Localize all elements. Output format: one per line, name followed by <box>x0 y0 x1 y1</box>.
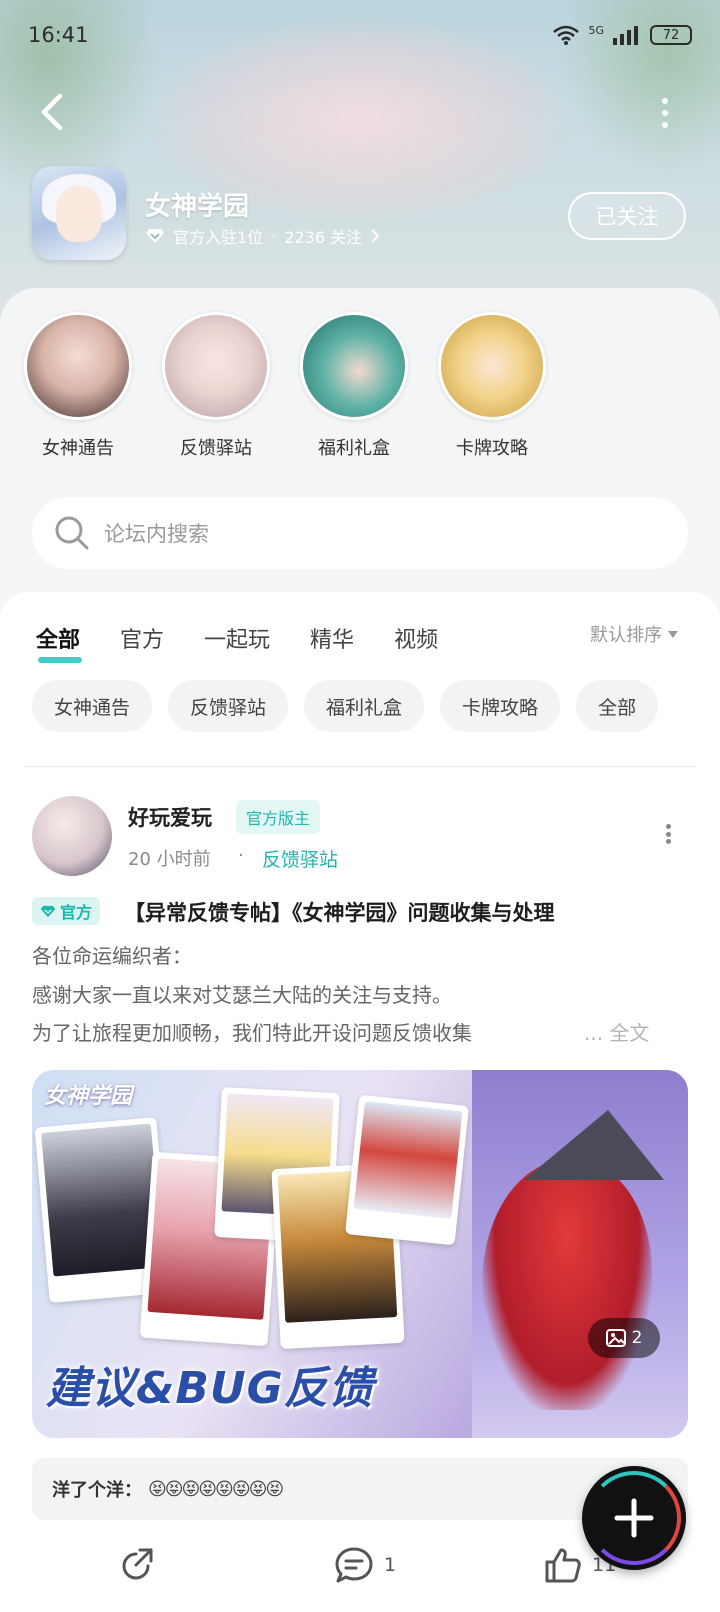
dropdown-triangle-icon <box>668 630 678 638</box>
author-avatar[interactable] <box>32 796 112 876</box>
post-body-line: 各位命运编织者： <box>32 944 192 968</box>
board-shortcuts: 女神通告 反馈驿站 福利礼盒 卡牌攻略 <box>0 312 720 462</box>
shortcut-label: 女神通告 <box>42 438 114 459</box>
tab-all[interactable]: 全部 <box>36 622 83 663</box>
chip-feedback-station[interactable]: 反馈驿站 <box>168 680 289 732</box>
post-body-line: 为了让旅程更加顺畅，我们特此开设问题反馈收集 <box>32 1021 472 1045</box>
shortcut-label: 卡牌攻略 <box>456 438 528 459</box>
share-icon <box>122 1548 153 1580</box>
tab-video[interactable]: 视频 <box>394 622 438 654</box>
shortcut-label: 福利礼盒 <box>318 438 390 459</box>
read-full-link[interactable]: ... 全文 <box>584 1017 649 1046</box>
post-board-link[interactable]: 反馈驿站 <box>262 845 338 872</box>
post-time: 20 小时前 <box>128 849 211 870</box>
status-time: 16:41 <box>28 23 89 47</box>
character-card <box>344 1094 470 1246</box>
comment-text: 😝😝😝😝😝😝😝😝 <box>148 1478 284 1500</box>
battery-indicator: 72 <box>650 25 692 45</box>
forum-title: 女神学园 <box>145 192 250 222</box>
shortcut-avatar <box>24 312 132 420</box>
author-name[interactable]: 好玩爱玩 <box>128 802 212 832</box>
search-placeholder: 论坛内搜索 <box>104 522 209 546</box>
back-arrow-icon[interactable] <box>36 92 70 132</box>
image-count-badge: 2 <box>588 1318 660 1358</box>
signal-icon <box>613 26 638 45</box>
comment-icon <box>335 1547 373 1583</box>
post-title[interactable]: 【异常反馈专帖】《女神学园》问题收集与处理 <box>124 897 555 927</box>
comment-button[interactable]: 1 <box>334 1546 396 1584</box>
post-body-line: 感谢大家一直以来对艾瑟兰大陆的关注与支持。 <box>32 983 452 1007</box>
moderator-badge: 官方版主 <box>236 800 321 834</box>
shortcut-feedback-station[interactable]: 反馈驿站 <box>156 312 276 460</box>
banner-headline: 建议&BUG反馈 <box>46 1363 374 1414</box>
thumbs-up-icon <box>545 1548 581 1583</box>
character-artwork <box>482 1160 652 1410</box>
shortcut-avatar <box>300 312 408 420</box>
post-filter-tabs: 全部 官方 一起玩 精华 视频 <box>36 618 478 663</box>
shortcut-welfare-box[interactable]: 福利礼盒 <box>294 312 414 460</box>
share-button[interactable] <box>118 1546 156 1584</box>
shortcut-goddess-notice[interactable]: 女神通告 <box>18 312 138 460</box>
forum-game-icon <box>32 166 126 260</box>
more-options-icon[interactable] <box>660 98 670 128</box>
divider <box>24 766 696 767</box>
follower-count: 2236 关注 <box>284 228 363 247</box>
chip-all[interactable]: 全部 <box>576 680 659 732</box>
forum-search-bar[interactable]: 论坛内搜索 <box>32 497 688 569</box>
image-icon <box>605 1329 626 1347</box>
chip-card-guide[interactable]: 卡牌攻略 <box>440 680 561 732</box>
banner-logo-text: 女神学园 <box>44 1084 133 1109</box>
shortcut-avatar <box>162 312 270 420</box>
tab-play-together[interactable]: 一起玩 <box>204 622 270 654</box>
official-count: 官方入驻1位 <box>173 228 264 247</box>
network-label: 5G <box>588 24 604 37</box>
wifi-icon <box>553 25 580 45</box>
sort-label: 默认排序 <box>590 625 662 646</box>
comment-count: 1 <box>384 1554 397 1576</box>
followed-button[interactable]: 已关注 <box>568 192 686 240</box>
search-icon <box>55 516 89 550</box>
status-bar: 16:41 5G 72 <box>28 20 692 50</box>
board-filter-chips: 女神通告 反馈驿站 福利礼盒 卡牌攻略 全部 <box>32 680 659 732</box>
chip-welfare-box[interactable]: 福利礼盒 <box>304 680 425 732</box>
comment-user: 洋了个洋： <box>52 1480 142 1501</box>
chevron-right-icon <box>371 229 380 243</box>
shortcut-avatar <box>438 312 546 420</box>
diamond-icon <box>40 905 56 917</box>
post-more-icon[interactable] <box>664 824 672 844</box>
create-post-button[interactable] <box>582 1466 686 1570</box>
diamond-icon <box>146 229 164 243</box>
forum-meta[interactable]: 官方入驻1位 · 2236 关注 <box>145 224 380 248</box>
post-banner-image[interactable]: 女神学园 建议&BUG反馈 <box>32 1070 688 1438</box>
tab-featured[interactable]: 精华 <box>310 622 354 654</box>
official-tag: 官方 <box>32 897 101 925</box>
sort-dropdown[interactable]: 默认排序 <box>590 621 678 647</box>
shortcut-label: 反馈驿站 <box>180 438 252 459</box>
shortcut-card-guide[interactable]: 卡牌攻略 <box>432 312 552 460</box>
tab-official[interactable]: 官方 <box>120 622 164 654</box>
chip-goddess-notice[interactable]: 女神通告 <box>32 680 153 732</box>
